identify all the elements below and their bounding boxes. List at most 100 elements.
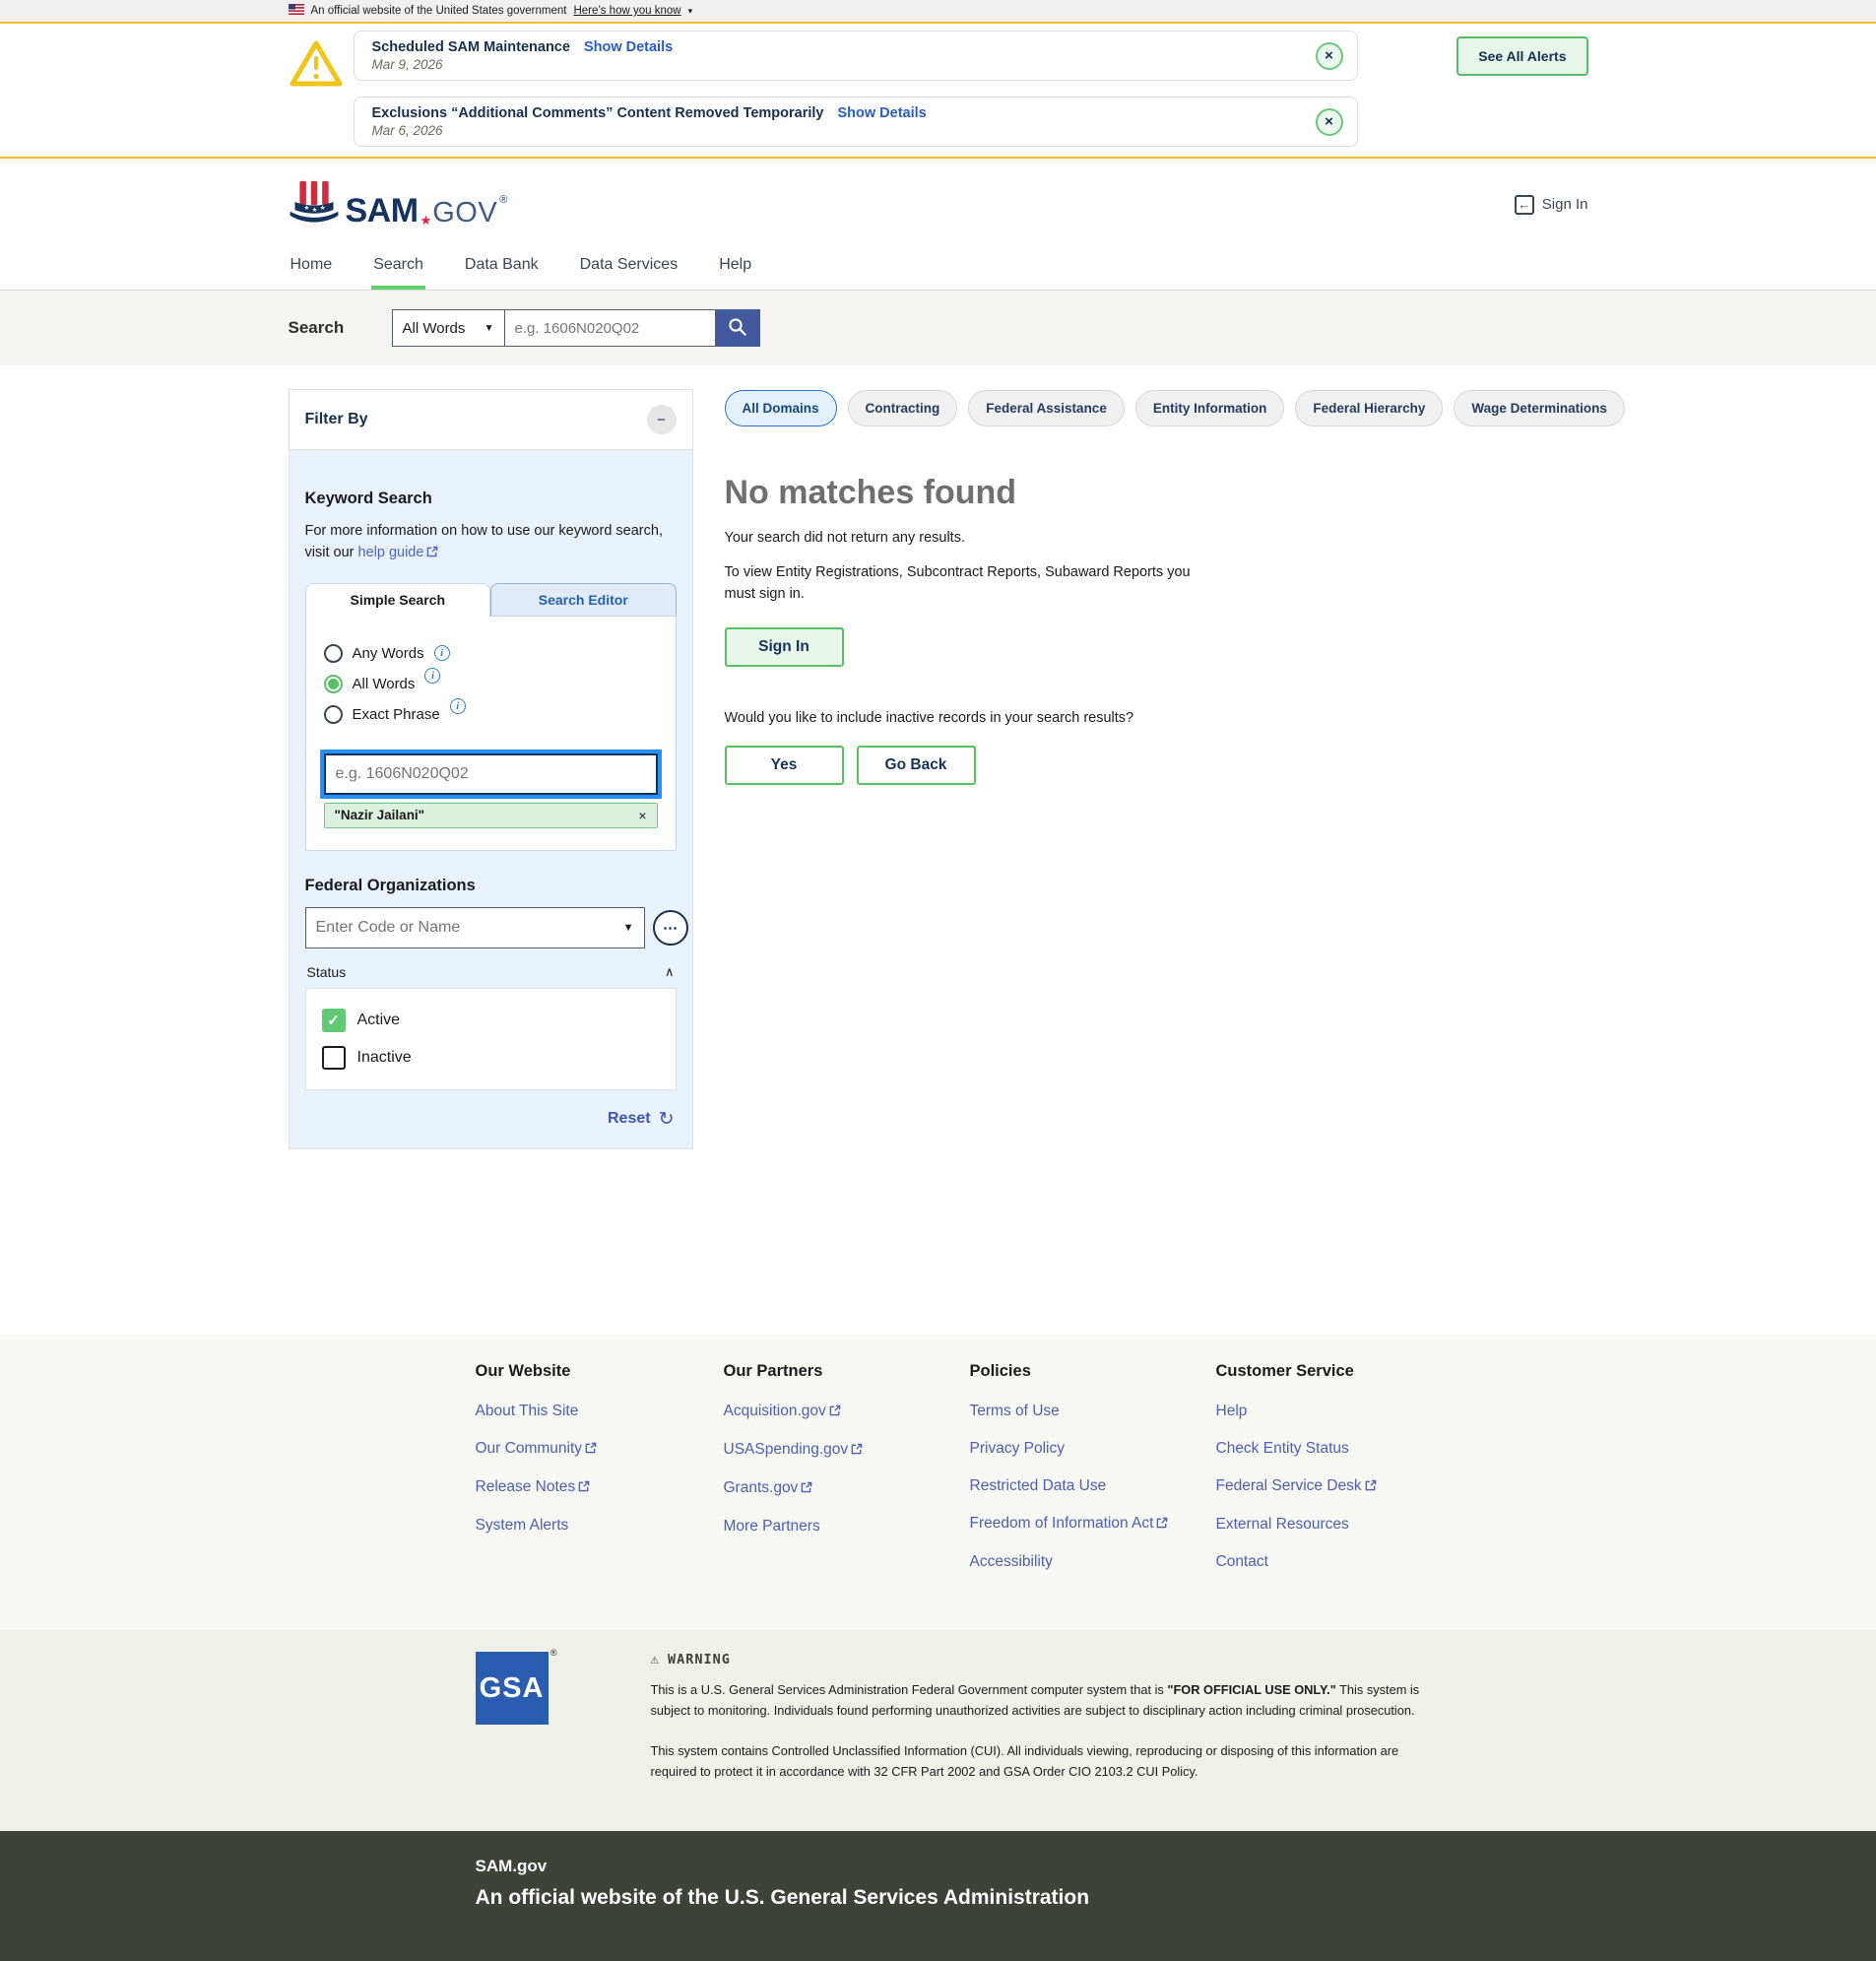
footer-link-more-partners[interactable]: More Partners — [724, 1518, 970, 1536]
footer-link-external-resources[interactable]: External Resources — [1216, 1516, 1472, 1534]
sign-in-note: To view Entity Registrations, Subcontrac… — [725, 561, 1207, 606]
show-details-link[interactable]: Show Details — [584, 39, 673, 55]
footer-link-grants-gov[interactable]: Grants.gov — [724, 1479, 970, 1498]
ellipsis-button[interactable]: ⋯ — [653, 910, 688, 946]
close-icon[interactable]: × — [1316, 42, 1343, 70]
alerts-section: Scheduled SAM Maintenance Show Details M… — [0, 24, 1876, 159]
help-guide-link[interactable]: help guide — [358, 545, 424, 560]
footer-link-terms-of-use[interactable]: Terms of Use — [970, 1403, 1216, 1420]
uncle-sam-hat-icon: ★★★ — [289, 178, 340, 230]
domain-pill-federal-assistance[interactable]: Federal Assistance — [968, 390, 1125, 426]
sign-in-button[interactable]: Sign In — [725, 627, 844, 667]
footer-link-acquisition-gov[interactable]: Acquisition.gov — [724, 1403, 970, 1421]
footer-col-policies: Policies Terms of Use Privacy Policy Res… — [970, 1362, 1216, 1591]
logo-star-icon: ★ — [420, 213, 432, 229]
search-mode-value: All Words — [403, 320, 466, 337]
radio-any-words[interactable] — [324, 644, 343, 663]
radio-exact-phrase[interactable] — [324, 705, 343, 724]
svg-text:★: ★ — [319, 204, 325, 212]
tab-search-editor[interactable]: Search Editor — [490, 583, 677, 617]
warning-block: ⚠ WARNING This is a U.S. General Service… — [651, 1652, 1439, 1801]
footer-link-foia[interactable]: Freedom of Information Act — [970, 1515, 1216, 1534]
nav-item-data-bank[interactable]: Data Bank — [463, 246, 541, 290]
status-options-box: ✓ Active Inactive — [305, 988, 677, 1090]
sam-gov-logo[interactable]: ★★★ SAM ★ GOV ® — [289, 178, 508, 230]
chip-remove-icon[interactable]: × — [638, 808, 646, 823]
footer-link-system-alerts[interactable]: System Alerts — [476, 1517, 724, 1535]
footer-link-restricted-data-use[interactable]: Restricted Data Use — [970, 1477, 1216, 1495]
site-header: ★★★ SAM ★ GOV ® ← Sign In — [0, 159, 1876, 246]
domain-pill-contracting[interactable]: Contracting — [848, 390, 958, 426]
chevron-down-icon[interactable]: ▾ — [688, 6, 693, 17]
see-all-alerts-button[interactable]: See All Alerts — [1456, 36, 1587, 76]
domain-pill-entity-information[interactable]: Entity Information — [1135, 390, 1285, 426]
search-label: Search — [289, 318, 392, 338]
footer-link-federal-service-desk[interactable]: Federal Service Desk — [1216, 1477, 1472, 1496]
footer-link-release-notes[interactable]: Release Notes — [476, 1478, 724, 1497]
gsa-logo: GSA ® — [476, 1652, 549, 1801]
go-back-button[interactable]: Go Back — [857, 746, 976, 785]
footer-col-heading: Our Partners — [724, 1362, 970, 1381]
collapse-minus-icon[interactable]: − — [647, 405, 677, 434]
footer-col-heading: Our Website — [476, 1362, 724, 1381]
footer-link-help[interactable]: Help — [1216, 1403, 1472, 1420]
nav-item-help[interactable]: Help — [717, 246, 753, 290]
footer-link-usaspending-gov[interactable]: USASpending.gov — [724, 1441, 970, 1460]
external-link-icon — [801, 1480, 812, 1498]
info-icon[interactable]: i — [424, 668, 440, 684]
top-search-input[interactable] — [505, 309, 716, 347]
alert-title: Scheduled SAM Maintenance — [372, 39, 570, 55]
simple-search-panel: Any Words i All Words i Exact Phrase i "… — [305, 617, 677, 851]
alert-card: Exclusions “Additional Comments” Content… — [354, 97, 1358, 147]
alert-warning-icon — [289, 31, 354, 95]
header-sign-in[interactable]: ← Sign In — [1515, 195, 1588, 215]
footer-col-our-website: Our Website About This Site Our Communit… — [476, 1362, 724, 1591]
external-link-icon — [585, 1441, 597, 1459]
domain-pill-all-domains[interactable]: All Domains — [725, 390, 837, 426]
radio-all-words[interactable] — [324, 675, 343, 693]
caret-down-icon: ▼ — [485, 323, 494, 334]
checkbox-inactive[interactable] — [322, 1046, 346, 1070]
reset-link[interactable]: Reset — [608, 1110, 651, 1128]
checkbox-active[interactable]: ✓ — [322, 1009, 346, 1032]
close-icon[interactable]: × — [1316, 108, 1343, 136]
nav-item-data-services[interactable]: Data Services — [578, 246, 680, 290]
dark-footer-official-text: An official website of the U.S. General … — [476, 1886, 1588, 1910]
external-link-icon — [426, 543, 438, 564]
footer-link-contact[interactable]: Contact — [1216, 1553, 1472, 1571]
external-link-icon — [578, 1479, 590, 1497]
domain-pill-federal-hierarchy[interactable]: Federal Hierarchy — [1295, 390, 1443, 426]
footer-col-our-partners: Our Partners Acquisition.gov USASpending… — [724, 1362, 970, 1591]
footer-link-our-community[interactable]: Our Community — [476, 1440, 724, 1459]
info-icon[interactable]: i — [450, 698, 466, 714]
tab-simple-search[interactable]: Simple Search — [305, 583, 491, 617]
show-details-link[interactable]: Show Details — [837, 105, 926, 121]
domain-pill-wage-determinations[interactable]: Wage Determinations — [1454, 390, 1625, 426]
checkbox-active-label: Active — [357, 1012, 401, 1029]
nav-item-home[interactable]: Home — [289, 246, 335, 290]
footer-link-check-entity-status[interactable]: Check Entity Status — [1216, 1440, 1472, 1458]
main-nav: Home Search Data Bank Data Services Help — [0, 246, 1876, 291]
yes-button[interactable]: Yes — [725, 746, 844, 785]
footer-link-about-this-site[interactable]: About This Site — [476, 1403, 724, 1420]
svg-text:★: ★ — [311, 206, 317, 214]
search-button[interactable] — [716, 309, 760, 347]
info-icon[interactable]: i — [434, 645, 450, 661]
logo-registered-mark: ® — [499, 194, 507, 206]
federal-orgs-input[interactable] — [305, 907, 645, 948]
reset-refresh-icon[interactable]: ↻ — [659, 1110, 675, 1129]
warning-icon: ⚠ — [651, 1652, 660, 1667]
filter-by-title: Filter By — [305, 411, 368, 428]
keyword-search-input[interactable] — [324, 753, 658, 795]
status-label: Status — [307, 964, 347, 980]
heres-how-link[interactable]: Here’s how you know — [573, 5, 680, 17]
footer-link-privacy-policy[interactable]: Privacy Policy — [970, 1440, 1216, 1458]
nav-item-search[interactable]: Search — [371, 246, 425, 290]
external-link-icon — [829, 1404, 841, 1421]
footer-link-accessibility[interactable]: Accessibility — [970, 1553, 1216, 1571]
keyword-chip-text: "Nazir Jailani" — [335, 808, 425, 822]
radio-all-words-label: All Words — [353, 676, 416, 692]
search-mode-select[interactable]: All Words ▼ — [392, 309, 505, 347]
dark-footer-site-name: SAM.gov — [476, 1857, 1588, 1876]
chevron-up-icon[interactable]: ∧ — [665, 964, 675, 980]
